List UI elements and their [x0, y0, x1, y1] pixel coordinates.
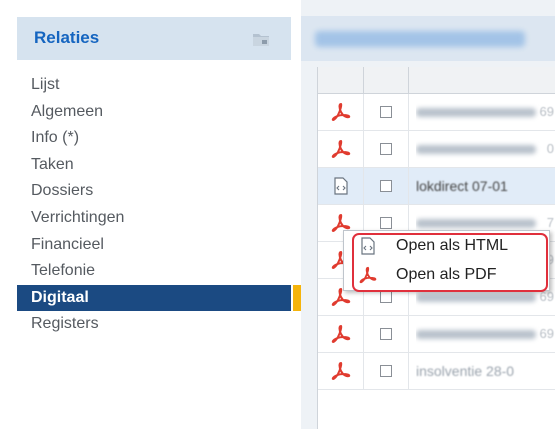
- page-title-bar: [301, 16, 555, 61]
- row-text: insolventie 28-0: [416, 363, 515, 379]
- pdf-icon[interactable]: [330, 323, 352, 345]
- open-as-html-menu-item[interactable]: Open als HTML: [344, 231, 549, 260]
- sidebar-item-financieel[interactable]: Financieel: [17, 232, 301, 259]
- row-text: lokdirect 07-01: [416, 178, 508, 194]
- context-menu: Open als HTML Open als PDF: [343, 230, 550, 291]
- sidebar-nav: Lijst Algemeen Info (*) Taken Dossiers V…: [17, 72, 301, 338]
- sidebar-item-digitaal[interactable]: Digitaal: [17, 284, 301, 312]
- main-panel: 69 0 lokdirect 07-01 7 9 69 69 insolvent…: [301, 0, 555, 429]
- sidebar: Relaties Lijst Algemeen Info (*) Taken D…: [0, 0, 301, 429]
- sidebar-item-lijst[interactable]: Lijst: [17, 72, 301, 99]
- html-file-icon: [361, 237, 375, 255]
- pdf-icon: [359, 266, 377, 284]
- sidebar-item-registers[interactable]: Registers: [17, 311, 301, 338]
- sidebar-header: Relaties: [17, 17, 291, 60]
- row-checkbox[interactable]: [379, 106, 392, 118]
- table-header: [318, 67, 555, 94]
- table-row[interactable]: insolventie 28-0: [318, 353, 555, 390]
- sidebar-item-taken[interactable]: Taken: [17, 152, 301, 179]
- row-trailing-text: 69: [539, 104, 554, 119]
- sidebar-item-dossiers[interactable]: Dossiers: [17, 178, 301, 205]
- open-as-pdf-menu-item[interactable]: Open als PDF: [344, 260, 549, 289]
- sidebar-item-algemeen[interactable]: Algemeen: [17, 99, 301, 126]
- pdf-icon[interactable]: [330, 101, 352, 123]
- row-checkbox[interactable]: [379, 217, 392, 229]
- sidebar-item-info[interactable]: Info (*): [17, 125, 301, 152]
- sidebar-item-verrichtingen[interactable]: Verrichtingen: [17, 205, 301, 232]
- sidebar-title: Relaties: [34, 28, 100, 47]
- table-row[interactable]: 69: [318, 316, 555, 353]
- table-row[interactable]: 0: [318, 131, 555, 168]
- row-checkbox[interactable]: [379, 328, 392, 340]
- row-checkbox[interactable]: [379, 365, 392, 377]
- menu-item-label: Open als PDF: [396, 266, 497, 283]
- row-trailing-text: 69: [539, 326, 554, 341]
- html-file-icon[interactable]: [331, 176, 351, 196]
- row-checkbox[interactable]: [379, 180, 392, 192]
- table-row[interactable]: 69: [318, 94, 555, 131]
- pdf-icon[interactable]: [330, 138, 352, 160]
- blurred-title: [315, 31, 525, 47]
- pdf-icon[interactable]: [330, 360, 352, 382]
- menu-item-label: Open als HTML: [396, 237, 509, 254]
- sidebar-item-telefonie[interactable]: Telefonie: [17, 258, 301, 285]
- table-row[interactable]: lokdirect 07-01: [318, 168, 555, 205]
- row-checkbox[interactable]: [379, 291, 392, 303]
- row-trailing-text: 0: [546, 141, 554, 156]
- folder-icon[interactable]: [251, 29, 271, 49]
- row-checkbox[interactable]: [379, 143, 392, 155]
